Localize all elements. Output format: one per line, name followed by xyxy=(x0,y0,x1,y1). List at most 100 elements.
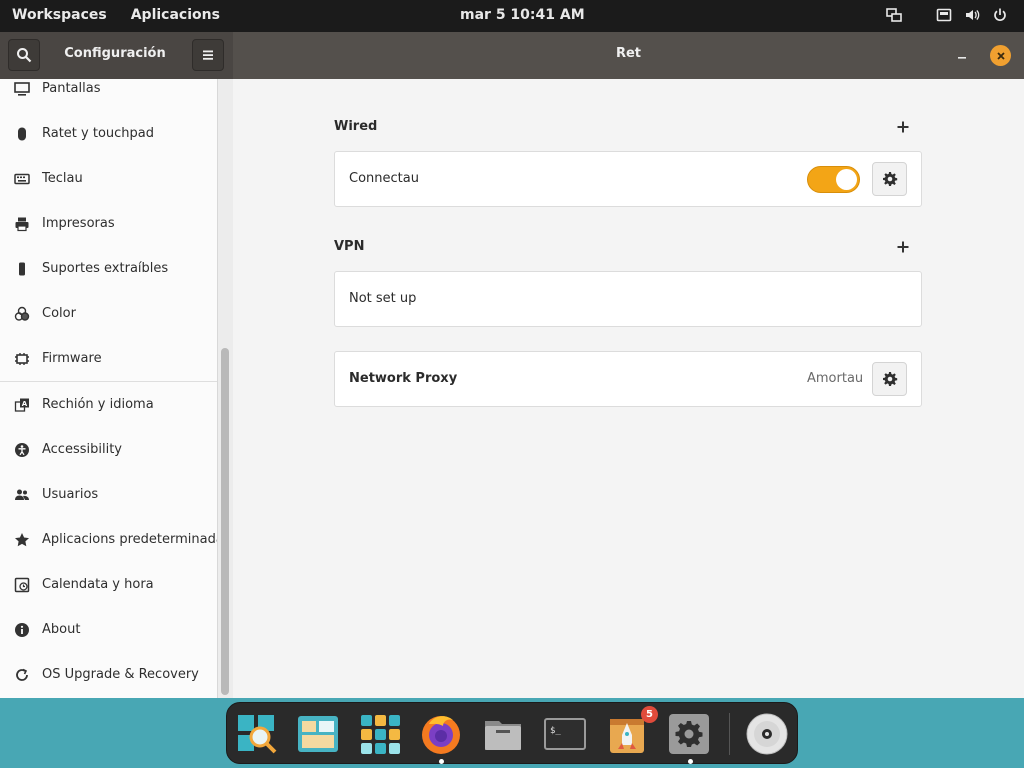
toggle-knob xyxy=(836,169,857,190)
sidebar-item-users[interactable]: Usuarios xyxy=(0,472,217,517)
dock-firefox[interactable] xyxy=(419,712,463,756)
disc-icon xyxy=(746,713,788,755)
terminal-icon: $_ xyxy=(544,718,586,750)
workspaces-icon xyxy=(298,716,338,752)
add-vpn-button[interactable] xyxy=(895,240,911,256)
settings-sidebar: Pantallas Ratet y touchpad Teclau Impres… xyxy=(0,79,217,698)
dock-disc[interactable] xyxy=(745,712,789,756)
wired-connection-card: Connectau xyxy=(334,151,922,207)
close-button[interactable] xyxy=(990,45,1011,66)
accessibility-icon xyxy=(14,442,30,458)
sidebar-item-date-time[interactable]: Calendata y hora xyxy=(0,562,217,607)
wired-section-title: Wired xyxy=(334,119,378,134)
dock-search-app[interactable] xyxy=(235,712,279,756)
printer-icon xyxy=(14,216,30,232)
keyboard-icon xyxy=(14,171,30,187)
sidebar-item-label: Accessibility xyxy=(42,442,122,457)
network-icon[interactable] xyxy=(936,7,952,23)
dock-app-grid[interactable] xyxy=(358,712,402,756)
upgrade-recovery-icon xyxy=(14,667,30,683)
sidebar-item-printers[interactable]: Impresoras xyxy=(0,201,217,246)
settings-running-indicator xyxy=(688,759,693,764)
sidebar-item-label: Pantallas xyxy=(42,81,101,96)
sidebar-item-label: Usuarios xyxy=(42,487,99,502)
magnifier-icon xyxy=(238,715,277,754)
dock-terminal[interactable]: $_ xyxy=(543,712,587,756)
close-icon xyxy=(996,51,1005,60)
sidebar-item-default-apps[interactable]: Aplicacions predeterminadas xyxy=(0,517,217,562)
sidebar-item-label: OS Upgrade & Recovery xyxy=(42,667,199,682)
network-panel: Wired Connectau VPN Not set up Network P… xyxy=(233,79,1024,698)
svg-text:$_: $_ xyxy=(550,726,561,736)
sidebar-item-about[interactable]: About xyxy=(0,607,217,652)
sidebar-item-keyboard[interactable]: Teclau xyxy=(0,156,217,201)
clock[interactable]: mar 5 10:41 AM xyxy=(460,7,585,23)
sidebar-item-displays[interactable]: Pantallas xyxy=(0,79,217,111)
proxy-settings-button[interactable] xyxy=(872,362,907,396)
sidebar-item-color[interactable]: Color xyxy=(0,291,217,336)
clock-icon xyxy=(14,577,30,593)
sidebar-item-removable-media[interactable]: Suportes extraíbles xyxy=(0,246,217,291)
vpn-card: Not set up xyxy=(334,271,922,327)
header-bar: Configuración Ret xyxy=(0,32,1024,79)
sidebar-item-os-upgrade[interactable]: OS Upgrade & Recovery xyxy=(0,652,217,697)
wired-connection-label: Connectau xyxy=(349,171,419,186)
settings-icon xyxy=(669,714,709,754)
gear-icon xyxy=(882,172,897,186)
sidebar-item-label: Rechión y idioma xyxy=(42,397,154,412)
top-bar: Workspaces Aplicacions mar 5 10:41 AM xyxy=(0,0,1024,32)
sidebar-scrollbar[interactable] xyxy=(221,348,229,695)
vpn-section-title: VPN xyxy=(334,239,365,254)
sidebar-item-label: Teclau xyxy=(42,171,83,186)
volume-icon[interactable] xyxy=(964,7,980,23)
sidebar-item-label: Firmware xyxy=(42,351,102,366)
users-icon xyxy=(14,487,30,503)
dock-separator xyxy=(729,713,730,755)
network-proxy-card: Network Proxy Amortau xyxy=(334,351,922,407)
minimize-icon xyxy=(958,57,966,59)
svg-text:A: A xyxy=(22,399,28,407)
firefox-running-indicator xyxy=(439,759,444,764)
removable-media-icon xyxy=(14,261,30,277)
add-wired-button[interactable] xyxy=(895,120,911,136)
sidebar-item-label: Ratet y touchpad xyxy=(42,126,155,141)
sidebar-item-label: Suportes extraíbles xyxy=(42,261,169,276)
wired-settings-button[interactable] xyxy=(872,162,907,196)
mouse-icon xyxy=(14,126,30,142)
menu-button[interactable] xyxy=(192,39,224,71)
sidebar-item-accessibility[interactable]: Accessibility xyxy=(0,427,217,472)
sidebar-item-label: Color xyxy=(42,306,76,321)
sidebar-item-firmware[interactable]: Firmware xyxy=(0,336,217,381)
power-icon[interactable] xyxy=(992,7,1008,23)
dock-workspaces-app[interactable] xyxy=(296,712,340,756)
network-proxy-label: Network Proxy xyxy=(349,371,458,386)
sidebar-item-label: Aplicacions predeterminadas xyxy=(42,532,217,547)
search-icon xyxy=(17,48,32,63)
firefox-icon xyxy=(422,716,460,754)
display-icon xyxy=(14,81,30,97)
sidebar-title: Configuración xyxy=(64,46,166,61)
sidebar-item-region-language[interactable]: A Rechión y idioma xyxy=(0,382,217,427)
plus-icon xyxy=(897,121,909,133)
wired-toggle[interactable] xyxy=(807,166,860,193)
settings-window: Configuración Ret Pantallas Ratet y touc… xyxy=(0,32,1024,698)
files-icon xyxy=(485,721,521,750)
gear-icon xyxy=(882,372,897,386)
dock-settings[interactable] xyxy=(667,712,711,756)
star-icon xyxy=(14,532,30,548)
dock-files[interactable] xyxy=(481,712,525,756)
minimize-button[interactable] xyxy=(952,45,972,65)
page-title: Ret xyxy=(615,46,642,61)
app-grid-icon xyxy=(361,715,400,754)
sidebar-item-label: Calendata y hora xyxy=(42,577,154,592)
search-button[interactable] xyxy=(8,39,40,71)
shop-update-badge: 5 xyxy=(641,706,658,723)
color-icon xyxy=(14,306,30,322)
hamburger-icon xyxy=(203,50,213,60)
vpn-status: Not set up xyxy=(349,291,417,306)
dock: $_ 5 xyxy=(226,702,798,764)
sidebar-item-mouse[interactable]: Ratet y touchpad xyxy=(0,111,217,156)
window-tiling-icon[interactable] xyxy=(886,7,902,23)
workspaces-button[interactable]: Workspaces xyxy=(12,7,107,23)
applications-button[interactable]: Aplicacions xyxy=(131,7,220,23)
